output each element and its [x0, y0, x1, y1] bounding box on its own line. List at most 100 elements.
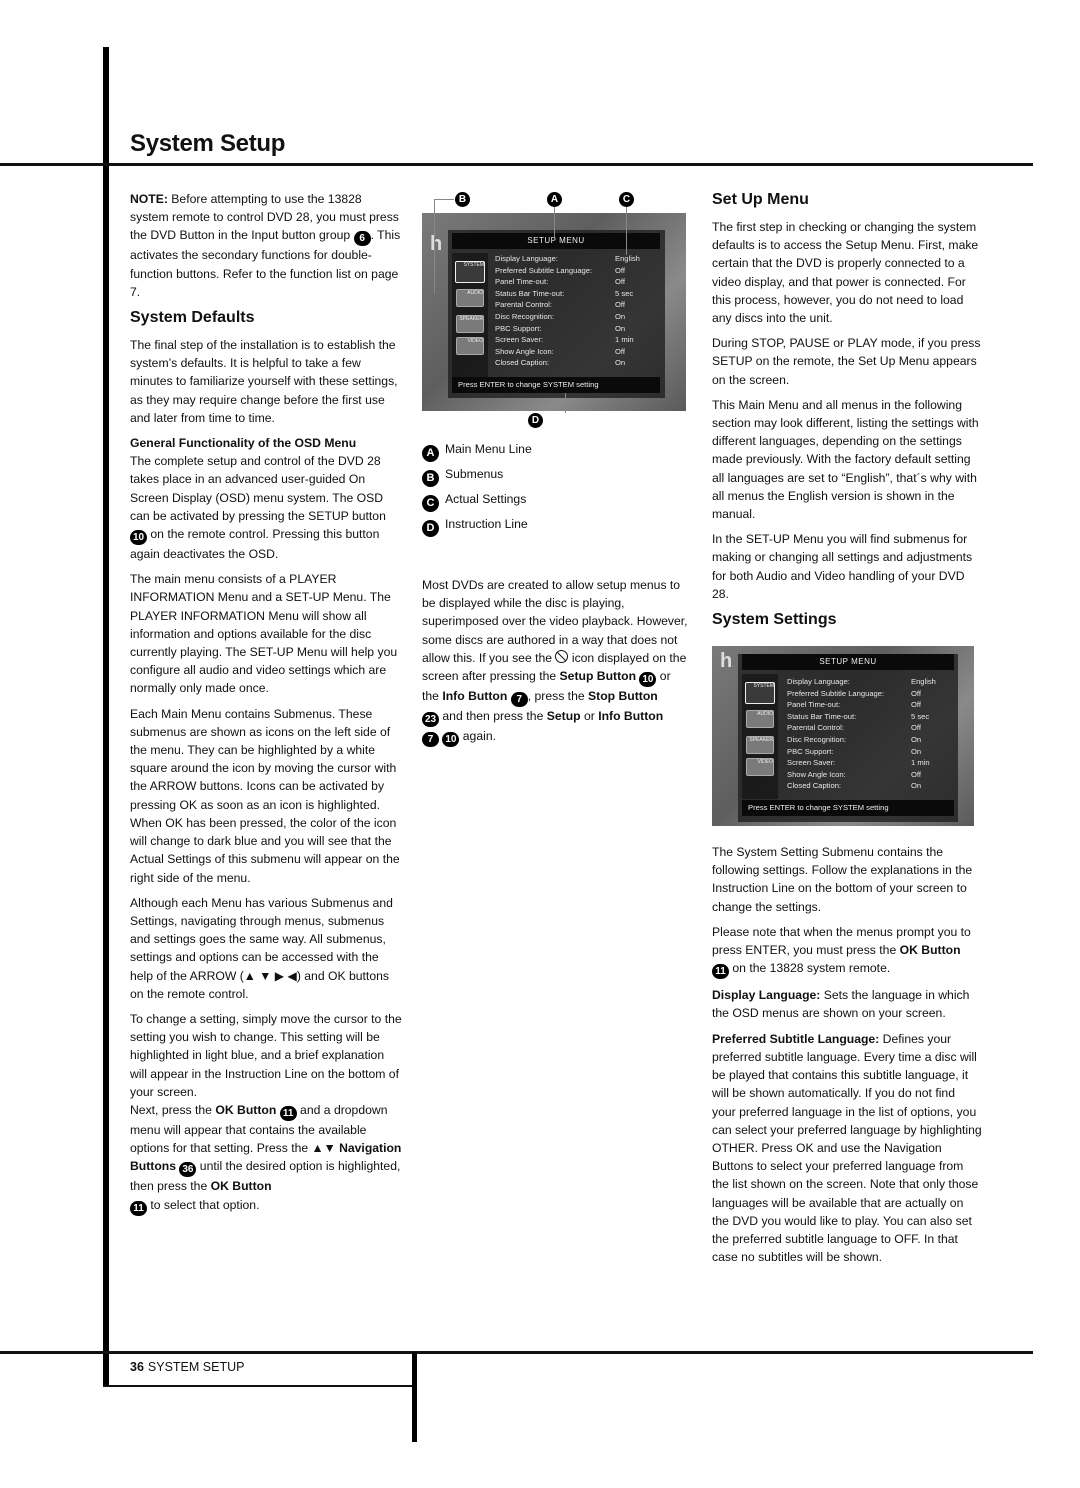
osd-setting-label: Screen Saver:: [787, 758, 836, 768]
osd-setting-row[interactable]: Preferred Subtitle Language: Off: [787, 688, 943, 700]
heading-system-defaults: System Defaults: [130, 309, 255, 327]
callout-b: B: [455, 192, 470, 207]
column-left: NOTE: Before attempting to use the 13828…: [130, 190, 402, 1223]
osd-setting-value: On: [615, 323, 626, 333]
osd-setting-row[interactable]: Disc Recognition: On: [787, 734, 943, 746]
setup-paragraph-2: During STOP, PAUSE or PLAY mode, if you …: [712, 336, 981, 387]
osd-setting-value: Off: [615, 300, 625, 310]
osd-setting-row[interactable]: Screen Saver: 1 min: [495, 334, 647, 346]
callout-legend: A Main Menu Line B Submenus C Actual Settings…: [422, 440, 688, 537]
callout-line-a: [554, 205, 555, 240]
osd-setting-label: Closed Caption:: [787, 781, 842, 791]
osd-submenu-icons: SYSTEM AUDIO SPEAKER VIDEO: [742, 674, 778, 799]
osd-setting-row[interactable]: Disc Recognition: On: [495, 311, 647, 323]
callout-letter-icon: A: [422, 445, 439, 462]
legend-item: D Instruction Line: [422, 515, 688, 537]
change-setting-paragraph: To change a setting, simply move the cur…: [130, 1010, 402, 1101]
osd-setting-value: Off: [911, 700, 921, 710]
osd-setting-row[interactable]: Screen Saver: 1 min: [787, 757, 943, 769]
ok-button-ref: OK Button: [210, 1179, 272, 1194]
osd-setting-row[interactable]: Display Language: English: [495, 253, 647, 265]
next-text-a: Next, press the: [130, 1102, 216, 1117]
osd-setting-value: English: [615, 254, 640, 263]
osd-setting-row[interactable]: Parental Control: Off: [787, 722, 943, 734]
osd-setting-value: Off: [911, 769, 921, 779]
change-text: To change a setting, simply move the cur…: [130, 1011, 402, 1099]
footer-right-bar: [412, 1352, 417, 1442]
callout-letter-icon: D: [422, 520, 439, 537]
osd-setting-label: Screen Saver:: [495, 335, 544, 345]
setup-menu-screenshot: h SETUP MENU SYSTEM AUDIO SPEAKER VIDEO …: [712, 646, 974, 826]
osd-settings-list: Display Language: English Preferred Subtit…: [495, 253, 647, 369]
osd-setting-label: Disc Recognition:: [787, 734, 847, 744]
osd-setting-value: 1 min: [911, 758, 930, 768]
display-language-label: Display Language:: [712, 988, 821, 1003]
osd-setting-label: Parental Control:: [495, 300, 552, 310]
osd-setting-row[interactable]: Parental Control: Off: [495, 299, 647, 311]
ok-button-ref: OK Button: [215, 1102, 277, 1117]
osd-setting-label: Panel Time-out:: [495, 277, 549, 287]
system-submenu-icon: SYSTEM: [455, 261, 485, 283]
setup-paragraph-1: The first step in checking or changing t…: [712, 220, 979, 326]
general-paragraph: The complete setup and control of the DV…: [130, 452, 402, 563]
ok-button-ref: OK Button: [899, 943, 961, 958]
osd-setting-label: Parental Control:: [787, 723, 844, 733]
callout-letter-icon: B: [422, 470, 439, 487]
osd-setting-row[interactable]: Preferred Subtitle Language: Off: [495, 265, 647, 277]
button-number-badge: 7: [422, 732, 439, 748]
heading-set-up-menu: Set Up Menu: [712, 191, 809, 208]
navigation-paragraph: Although each Menu has various Submenus …: [130, 894, 402, 1003]
osd-setting-row[interactable]: Closed Caption: On: [495, 357, 647, 369]
osd-setting-value: 1 min: [615, 335, 634, 345]
osd-setting-row[interactable]: PBC Support: On: [495, 323, 647, 335]
osd-setting-label: PBC Support:: [495, 323, 542, 333]
osd-setting-value: On: [911, 781, 922, 791]
callout-line-c: [626, 205, 627, 255]
setup-ref: Setup: [546, 709, 581, 724]
osd-setting-row[interactable]: Panel Time-out: Off: [495, 276, 647, 288]
osd-setting-row[interactable]: Closed Caption: On: [787, 780, 943, 792]
osd-setting-label: Show Angle Icon:: [495, 346, 554, 356]
osd-setting-row[interactable]: Status Bar Time-out: 5 sec: [495, 288, 647, 300]
footer-box-rule: [103, 1385, 415, 1387]
osd-setting-label: Display Language:: [787, 677, 850, 686]
osd-setting-row[interactable]: Panel Time-out: Off: [787, 699, 943, 711]
subtitle-language-paragraph: Preferred Subtitle Language: Defines you…: [712, 1030, 982, 1267]
osd-setting-value: On: [615, 358, 626, 368]
settings-paragraph-1: The System Setting Submenu contains the …: [712, 845, 973, 914]
page-number: 36: [130, 1360, 144, 1374]
callout-line-b-top: [434, 199, 454, 200]
osd-setting-row[interactable]: PBC Support: On: [787, 746, 943, 758]
settings-paragraph-2: Please note that when the menus prompt y…: [712, 923, 982, 980]
button-number-badge: 11: [279, 1105, 297, 1121]
osd-setting-row[interactable]: Show Angle Icon: Off: [495, 346, 647, 358]
audio-submenu-icon: AUDIO: [746, 710, 774, 728]
heading-system-settings: System Settings: [712, 611, 837, 629]
audio-submenu-icon: AUDIO: [456, 289, 484, 307]
osd-setting-value: 5 sec: [615, 288, 634, 298]
osd-setting-row[interactable]: Status Bar Time-out: 5 sec: [787, 711, 943, 723]
osd-logo-letter: h: [430, 233, 443, 255]
button-number-badge: 7: [510, 692, 528, 708]
note-paragraph: NOTE: Before attempting to use the 13828…: [130, 190, 402, 301]
legend-label: Actual Settings: [445, 492, 527, 506]
footer-rule: [0, 1351, 1033, 1354]
osd-main-menu-line: SETUP MENU: [452, 233, 660, 249]
text-e: and then press the: [439, 709, 547, 724]
osd-setting-row[interactable]: Show Angle Icon: Off: [787, 769, 943, 781]
page-title: System Setup: [130, 130, 286, 157]
setup-paragraph-4: In the SET-UP Menu you will find submenu…: [712, 532, 973, 601]
osd-setting-value: Off: [911, 688, 921, 698]
main-menu-paragraph: The main menu consists of a PLAYER INFOR…: [130, 572, 398, 696]
callout-c: C: [619, 192, 634, 207]
button-number-badge: 10: [639, 672, 657, 688]
osd-setting-label: Status Bar Time-out:: [495, 288, 565, 298]
footer-section: SYSTEM SETUP: [147, 1360, 245, 1374]
osd-setting-row[interactable]: Display Language: English: [787, 676, 943, 688]
osd-setting-label: Display Language:: [495, 254, 558, 263]
button-number-badge: 11: [712, 964, 729, 980]
osd-instruction-line: Press ENTER to change SYSTEM setting: [452, 377, 660, 393]
button-number-badge: 11: [130, 1200, 147, 1216]
subtitle-language-label: Preferred Subtitle Language:: [712, 1031, 880, 1046]
info-button-ref: Info Button: [442, 689, 508, 704]
